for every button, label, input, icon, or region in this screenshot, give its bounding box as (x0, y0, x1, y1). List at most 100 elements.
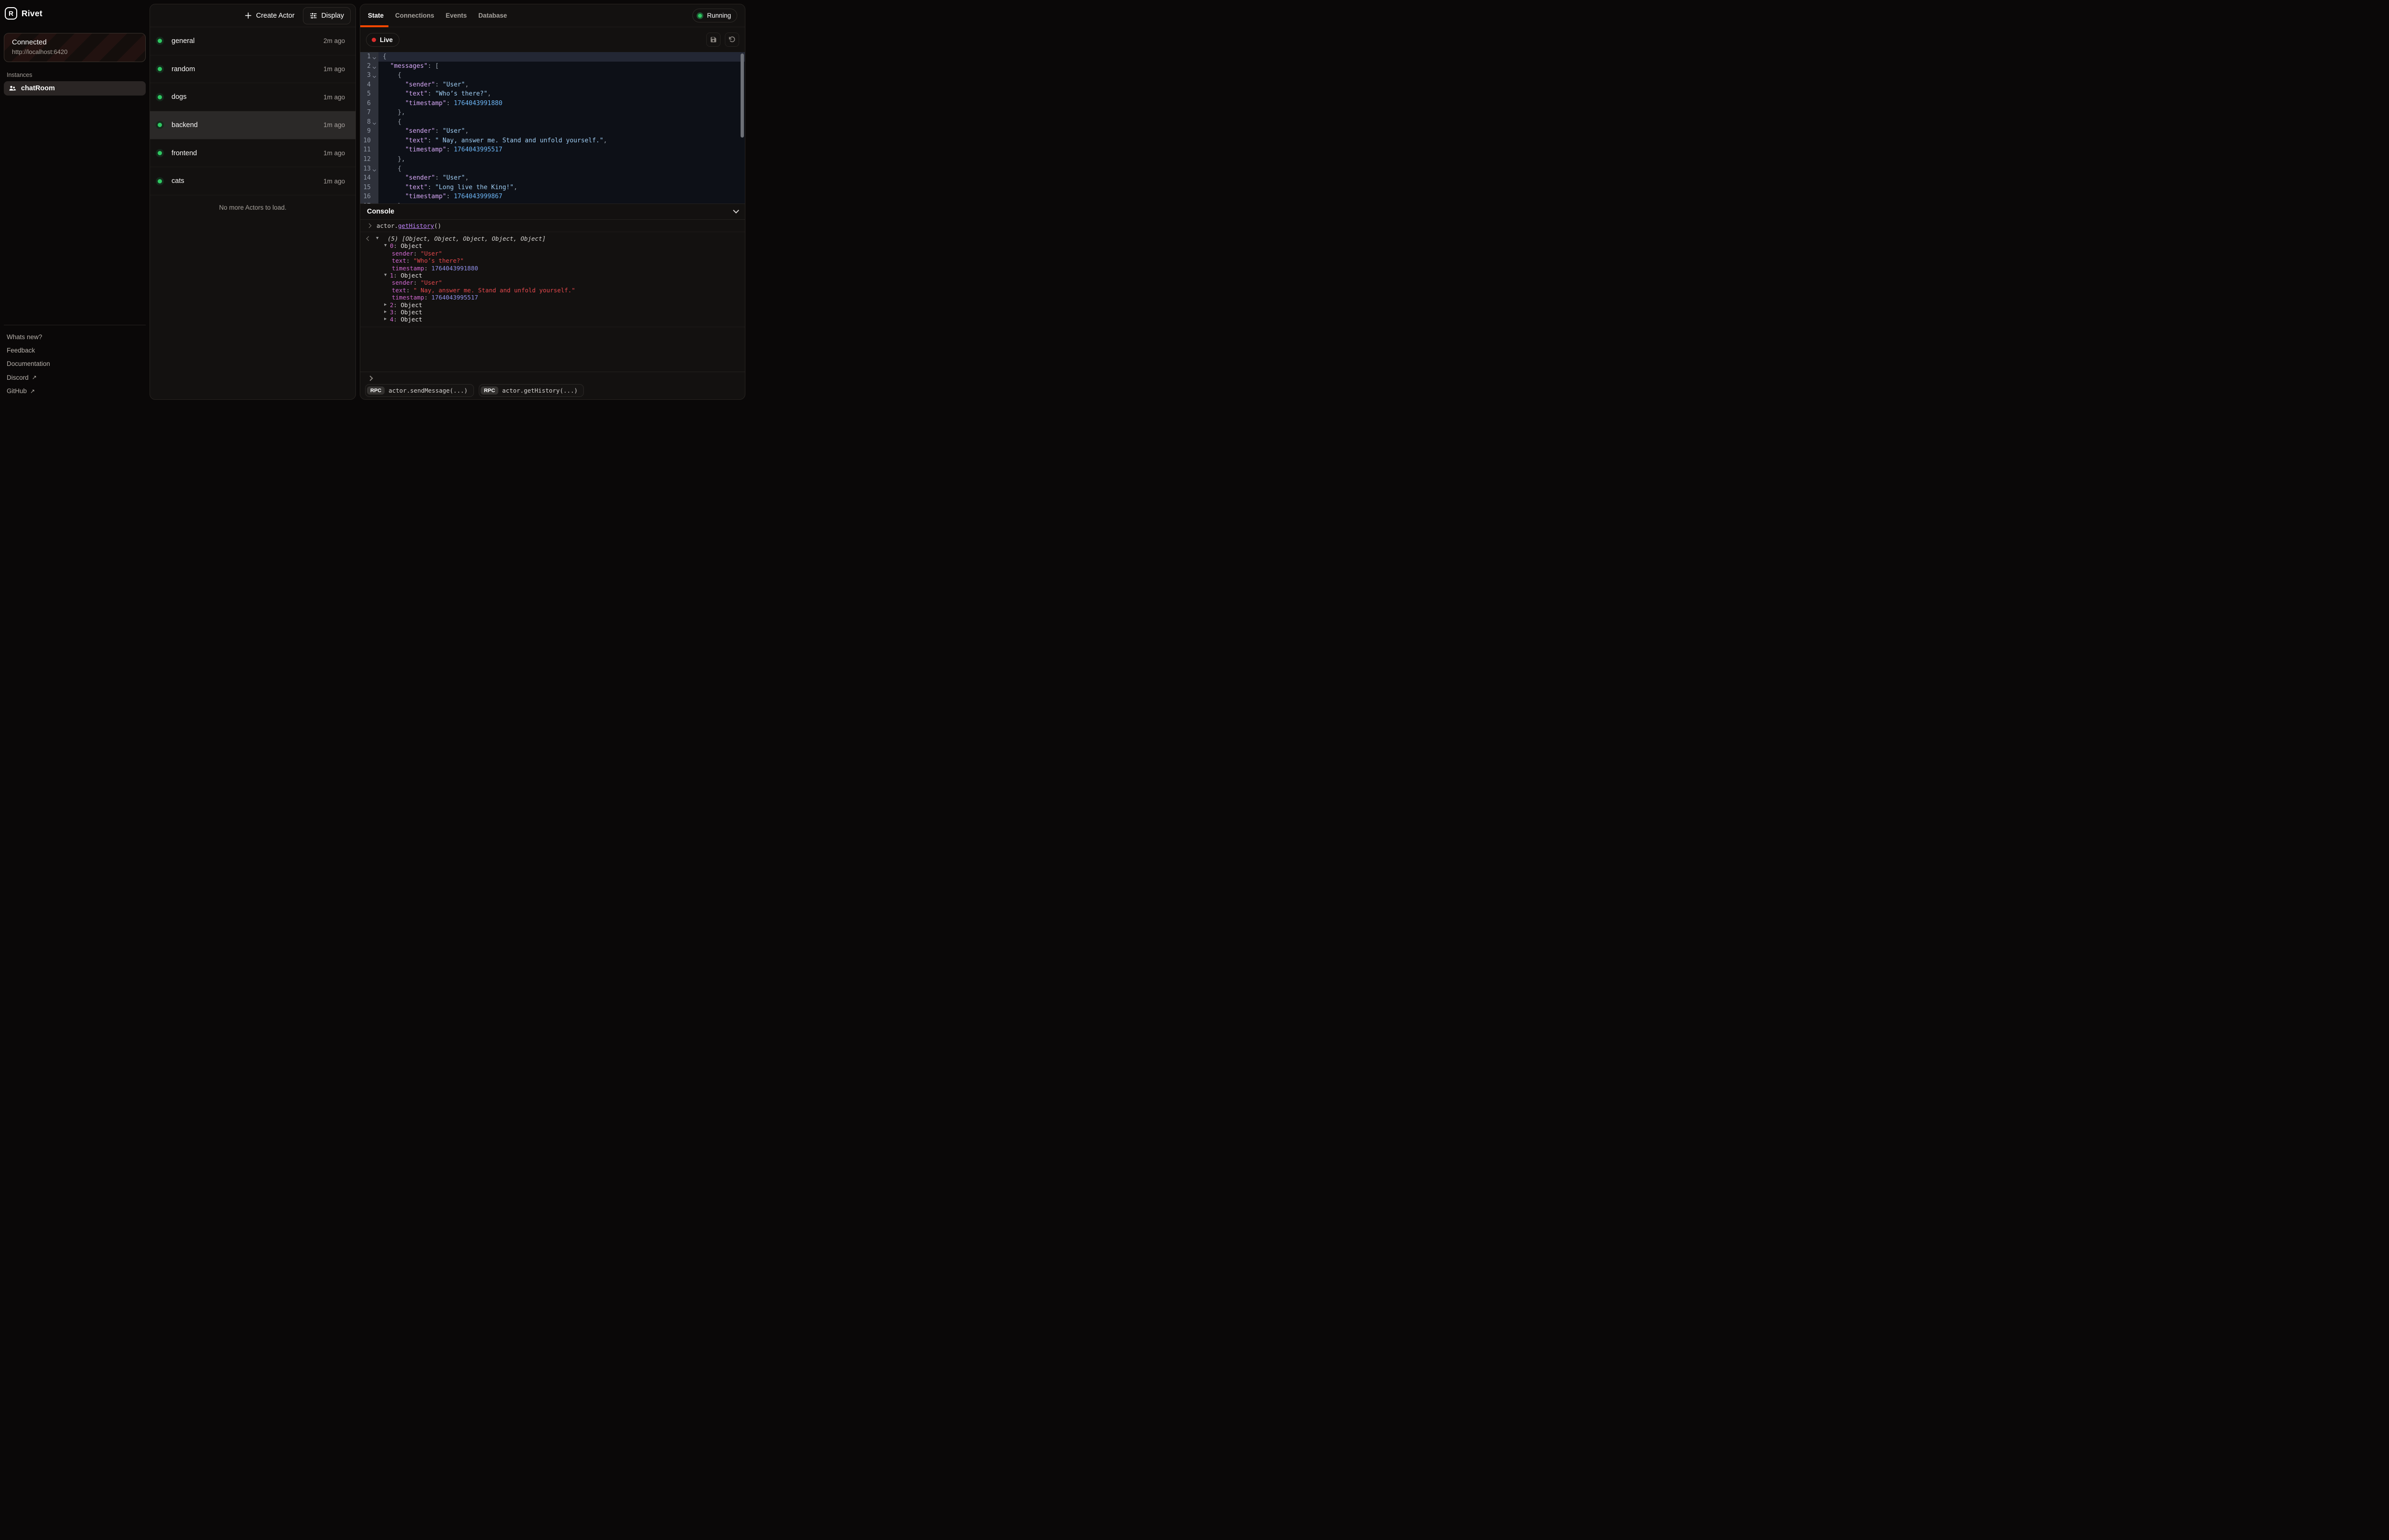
tab-state[interactable]: State (368, 12, 384, 19)
editor-code-line[interactable]: "sender": "User", (378, 173, 745, 183)
triangle-down-icon[interactable]: ▼ (384, 242, 390, 249)
line-number: 17 (360, 202, 371, 203)
tab-events[interactable]: Events (446, 12, 467, 19)
status-dot-ring (156, 37, 164, 45)
editor-actions (706, 32, 739, 47)
editor-code-line[interactable]: "messages": [ (378, 62, 745, 71)
editor-code-line[interactable]: "sender": "User", (378, 80, 745, 90)
triangle-down-icon[interactable]: ▼ (376, 235, 382, 242)
create-actor-button[interactable]: Create Actor (240, 7, 300, 24)
instance-name: chatRoom (21, 85, 55, 92)
rpc-suggestions-row: RPCactor.sendMessage(...) RPCactor.getHis… (360, 384, 745, 399)
console-object-row-2[interactable]: ▶2: Object (360, 301, 745, 309)
editor-code-line[interactable]: { (378, 164, 745, 174)
line-number: 11 (360, 145, 371, 155)
fold-toggle[interactable] (371, 62, 377, 71)
rpc-suggestion-actor-sendmessage-[interactable]: RPCactor.sendMessage(...) (365, 384, 474, 397)
prompt-chevron-icon (367, 224, 372, 228)
editor-code-line[interactable]: "text": "Who’s there?", (378, 89, 745, 99)
sidebar-link-github[interactable]: GitHub↗ (7, 385, 145, 398)
actor-list-panel: Create Actor Display general2m agorandom… (150, 4, 356, 400)
code-token: : (435, 81, 443, 88)
triangle-down-icon[interactable]: ▼ (384, 272, 390, 279)
rpc-suggestion-actor-gethistory-[interactable]: RPCactor.getHistory(...) (479, 384, 584, 397)
tab-database[interactable]: Database (478, 12, 507, 19)
console-header[interactable]: Console (360, 203, 745, 219)
line-gutter: 8 (360, 118, 378, 127)
editor-line: 5 "text": "Who’s there?", (360, 89, 745, 99)
actor-row-frontend[interactable]: frontend1m ago (150, 139, 355, 168)
prop-value: " Nay, answer me. Stand and unfold yours… (413, 287, 575, 294)
sidebar-link-documentation[interactable]: Documentation (7, 357, 145, 371)
editor-line: 15 "text": "Long live the King!", (360, 183, 745, 192)
display-button[interactable]: Display (303, 7, 351, 24)
actor-row-cats[interactable]: cats1m ago (150, 167, 355, 195)
fold-toggle[interactable] (371, 71, 377, 80)
editor-code-line[interactable]: "timestamp": 1764043999867 (378, 192, 745, 202)
code-token: "Long live the King!" (435, 184, 514, 191)
fold-spacer (371, 155, 377, 164)
line-number: 6 (360, 99, 371, 108)
line-gutter: 11 (360, 145, 378, 155)
code-token: "messages" (390, 63, 428, 70)
editor-code-line[interactable]: { (378, 71, 745, 80)
sidebar-item-chatroom[interactable]: chatRoom (4, 81, 146, 96)
code-token: , (487, 90, 491, 97)
editor-code-line[interactable]: }, (378, 155, 745, 164)
editor-code-line[interactable]: "text": " Nay, answer me. Stand and unfo… (378, 136, 745, 146)
fold-toggle[interactable] (371, 164, 377, 174)
console-input[interactable] (360, 372, 745, 384)
console-object-row-3[interactable]: ▶3: Object (360, 309, 745, 316)
app-logo[interactable]: R Rivet (5, 7, 43, 20)
colon: : (394, 272, 401, 279)
state-json-editor[interactable]: 1{2 "messages": [3 {4 "sender": "User",5… (360, 52, 745, 203)
editor-code-line[interactable]: { (378, 52, 745, 62)
status-badge: Running (692, 9, 737, 22)
tab-connections[interactable]: Connections (395, 12, 434, 19)
actor-updated-time: 1m ago (323, 150, 345, 157)
display-label: Display (321, 12, 344, 20)
status-dot (158, 123, 162, 127)
editor-code-line[interactable]: } (378, 202, 745, 203)
editor-code-line[interactable]: }, (378, 108, 745, 118)
actor-row-random[interactable]: random1m ago (150, 55, 355, 84)
status-dot (158, 39, 162, 43)
actor-name: general (172, 37, 323, 45)
connection-status-card[interactable]: Connected http://localhost:6420 (4, 33, 146, 62)
editor-scrollbar[interactable] (741, 53, 744, 138)
sidebar-link-feedback[interactable]: Feedback (7, 343, 145, 357)
command-method[interactable]: getHistory (398, 222, 434, 229)
code-token: : (428, 184, 435, 191)
chevron-down-icon[interactable] (733, 207, 739, 214)
triangle-right-icon[interactable]: ▶ (384, 301, 390, 309)
editor-code-line[interactable]: "sender": "User", (378, 127, 745, 136)
console-object-row-4[interactable]: ▶4: Object (360, 316, 745, 323)
triangle-right-icon[interactable]: ▶ (384, 309, 390, 316)
fold-toggle[interactable] (371, 118, 377, 127)
return-value-icon (366, 236, 371, 241)
line-number: 4 (360, 80, 371, 90)
actor-row-dogs[interactable]: dogs1m ago (150, 83, 355, 111)
actor-row-backend[interactable]: backend1m ago (150, 111, 355, 139)
code-token (383, 146, 405, 153)
live-badge[interactable]: Live (366, 33, 399, 47)
editor-code-line[interactable]: "timestamp": 1764043991880 (378, 99, 745, 108)
editor-code-line[interactable]: "text": "Long live the King!", (378, 183, 745, 192)
save-button[interactable] (706, 32, 721, 47)
code-token: , (603, 137, 607, 144)
line-number: 7 (360, 108, 371, 118)
fold-spacer (371, 89, 377, 99)
console-object-row-0[interactable]: ▼0: Object (360, 242, 745, 249)
console-object-row-1[interactable]: ▼1: Object (360, 272, 745, 279)
status-dot-ring (156, 149, 164, 157)
line-number: 3 (360, 71, 371, 80)
sidebar-link-discord[interactable]: Discord↗ (7, 371, 145, 384)
users-icon (9, 85, 16, 92)
editor-code-line[interactable]: { (378, 118, 745, 127)
editor-code-line[interactable]: "timestamp": 1764043995517 (378, 145, 745, 155)
triangle-right-icon[interactable]: ▶ (384, 316, 390, 323)
fold-toggle[interactable] (371, 52, 377, 62)
undo-button[interactable] (725, 32, 739, 47)
actor-row-general[interactable]: general2m ago (150, 27, 355, 55)
sidebar-link-whats-new-[interactable]: Whats new? (7, 330, 145, 343)
